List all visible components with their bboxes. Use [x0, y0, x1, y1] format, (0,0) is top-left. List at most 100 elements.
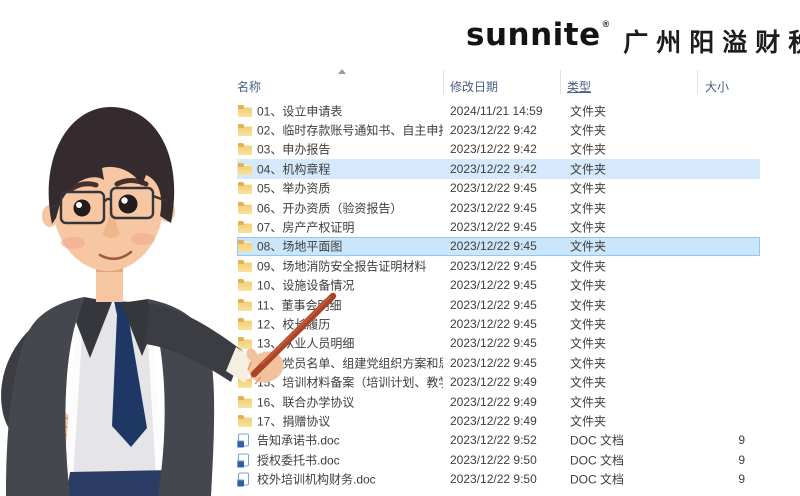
face: [52, 129, 164, 271]
file-row[interactable]: 16、联合办学协议 2023/12/22 9:49 文件夹: [230, 392, 800, 411]
file-modified-date: 2023/12/22 9:45: [450, 239, 537, 254]
file-name: 13、从业人员明细: [257, 336, 355, 351]
file-row[interactable]: 14、党员名单、组建党组织方案和思路 2023/12/22 9:45 文件夹: [230, 353, 800, 372]
file-row[interactable]: 10、设施设备情况 2023/12/22 9:45 文件夹: [230, 276, 800, 295]
file-type: 文件夹: [570, 375, 607, 390]
file-modified-date: 2023/12/22 9:52: [450, 433, 537, 448]
file-name: 06、开办资质（验资报告）: [257, 201, 403, 216]
file-name: 11、董事会明细: [257, 298, 342, 313]
column-divider[interactable]: [443, 70, 444, 94]
file-name: 14、党员名单、组建党组织方案和思路: [257, 356, 443, 371]
file-name: 01、设立申请表: [257, 104, 343, 119]
lapel-left: [76, 297, 112, 358]
column-divider[interactable]: [560, 70, 561, 94]
eye-right: [118, 194, 138, 214]
file-name: 09、场地消防安全报告证明材料: [257, 259, 427, 274]
folder-icon: [238, 124, 252, 137]
file-type: 文件夹: [570, 298, 607, 313]
mouth: [98, 250, 133, 261]
file-type: DOC 文档: [570, 453, 625, 468]
screen: { "logo": { "brand": "sunnite", "registe…: [0, 0, 800, 496]
file-modified-date: 2023/12/22 9:42: [450, 123, 537, 138]
file-name: 03、申办报告: [257, 142, 331, 157]
lapel-right: [121, 299, 155, 356]
doc-icon: [237, 472, 249, 487]
file-modified-date: 2023/12/22 9:50: [450, 452, 537, 467]
registered-trademark-icon: ®: [602, 19, 610, 29]
file-row[interactable]: 05、举办资质 2023/12/22 9:45 文件夹: [230, 179, 800, 198]
ear-right: [159, 200, 175, 222]
suit-left-arm: [1, 308, 77, 447]
jacket-left: [6, 297, 84, 496]
file-type: 文件夹: [570, 123, 607, 138]
file-row[interactable]: 06、开办资质（验资报告） 2023/12/22 9:45 文件夹: [230, 198, 800, 217]
file-rows: 01、设立申请表 2024/11/21 14:59 文件夹 02、临时存款账号通…: [230, 101, 800, 489]
suit-right-arm: [145, 303, 243, 382]
column-header-size[interactable]: 大小: [705, 78, 729, 95]
file-row[interactable]: 08、场地平面图 2023/12/22 9:45 文件夹: [230, 236, 800, 257]
file-name: 校外培训机构财务.doc: [257, 472, 376, 487]
file-size: 9: [738, 472, 745, 487]
file-modified-date: 2023/12/22 9:45: [450, 181, 537, 196]
file-type: 文件夹: [570, 356, 607, 371]
file-row[interactable]: 02、临时存款账号通知书、自主申报通... 2023/12/22 9:42 文件…: [230, 120, 800, 139]
brand-wordmark: sunnite: [466, 17, 601, 53]
left-hand: [47, 411, 73, 445]
column-header-date[interactable]: 修改日期: [450, 78, 498, 95]
file-type: 文件夹: [570, 239, 607, 254]
folder-icon: [238, 104, 252, 117]
column-header-type[interactable]: 类型: [567, 78, 591, 95]
file-modified-date: 2023/12/22 9:45: [450, 200, 537, 215]
file-row[interactable]: 09、场地消防安全报告证明材料 2023/12/22 9:45 文件夹: [230, 256, 800, 275]
file-type: 文件夹: [570, 414, 607, 429]
folder-icon: [238, 317, 252, 330]
blush-right: [131, 233, 155, 245]
file-name: 02、临时存款账号通知书、自主申报通...: [257, 123, 443, 138]
file-modified-date: 2023/12/22 9:49: [450, 394, 537, 409]
folder-icon: [238, 414, 252, 427]
file-row[interactable]: 11、董事会明细 2023/12/22 9:45 文件夹: [230, 295, 800, 314]
file-name: 08、场地平面图: [257, 239, 343, 254]
folder-icon: [238, 240, 252, 253]
file-list: 名称 修改日期 类型 大小 01、设立申请表 2024/11/21 14:59 …: [230, 68, 800, 496]
file-modified-date: 2023/12/22 9:45: [450, 258, 537, 273]
file-row[interactable]: 12、校长履历 2023/12/22 9:45 文件夹: [230, 314, 800, 333]
file-type: 文件夹: [570, 162, 607, 177]
ear-left: [42, 205, 58, 227]
folder-icon: [238, 298, 252, 311]
file-type: 文件夹: [570, 220, 607, 235]
file-name: 15、培训材料备案（培训计划、教学大...: [257, 375, 443, 390]
file-row[interactable]: 告知承诺书.doc 2023/12/22 9:52 DOC 文档 9: [230, 431, 800, 450]
blush-left: [61, 237, 85, 249]
company-name: 广州阳溢财税: [623, 28, 800, 57]
file-row[interactable]: 17、捐赠协议 2023/12/22 9:49 文件夹: [230, 411, 800, 430]
jacket-right: [148, 299, 215, 496]
file-row[interactable]: 07、房产产权证明 2023/12/22 9:45 文件夹: [230, 217, 800, 236]
shirt: [62, 298, 166, 496]
doc-icon: [237, 453, 249, 468]
brand-logo: sunnite ® 广州阳溢财税: [466, 18, 800, 59]
hair: [48, 106, 175, 224]
file-row[interactable]: 03、申办报告 2023/12/22 9:42 文件夹: [230, 140, 800, 159]
file-size: 9: [738, 452, 745, 467]
tie: [112, 301, 147, 447]
folder-icon: [238, 221, 252, 234]
file-row[interactable]: 13、从业人员明细 2023/12/22 9:45 文件夹: [230, 334, 800, 353]
file-row[interactable]: 01、设立申请表 2024/11/21 14:59 文件夹: [230, 101, 800, 120]
file-modified-date: 2023/12/22 9:42: [450, 161, 537, 176]
file-type: DOC 文档: [570, 472, 625, 487]
file-row[interactable]: 04、机构章程 2023/12/22 9:42 文件夹: [230, 159, 800, 179]
folder-icon: [238, 376, 252, 389]
file-row[interactable]: 15、培训材料备案（培训计划、教学大... 2023/12/22 9:49 文件…: [230, 372, 800, 391]
file-type: 文件夹: [570, 142, 607, 157]
folder-icon: [238, 201, 252, 214]
column-header-name[interactable]: 名称: [237, 78, 261, 95]
file-row[interactable]: 授权委托书.doc 2023/12/22 9:50 DOC 文档 9: [230, 450, 800, 469]
file-name: 05、举办资质: [257, 181, 331, 196]
column-divider[interactable]: [697, 70, 698, 94]
file-row[interactable]: 校外培训机构财务.doc 2023/12/22 9:50 DOC 文档 9: [230, 469, 800, 488]
file-type: 文件夹: [570, 278, 607, 293]
eye-left: [73, 199, 91, 217]
file-modified-date: 2024/11/21 14:59: [450, 103, 543, 118]
file-modified-date: 2023/12/22 9:45: [450, 278, 537, 293]
